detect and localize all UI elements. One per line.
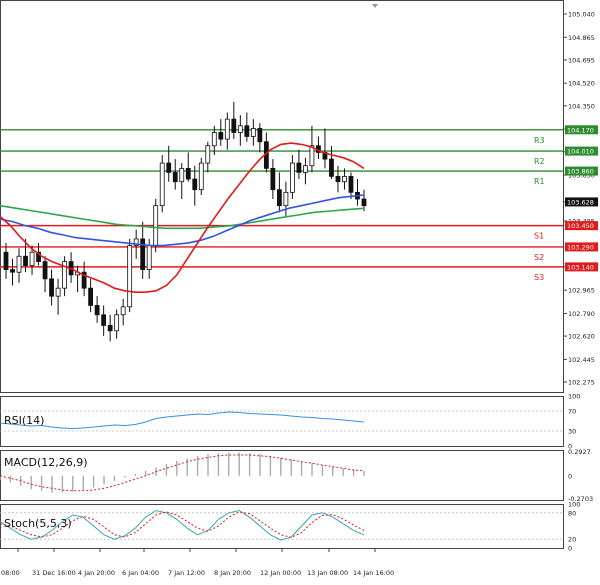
level-name-s2: S2 — [534, 253, 544, 262]
candle-bearish — [192, 178, 198, 191]
candle-bullish — [55, 287, 61, 297]
price-axis-label: 102.620 — [568, 333, 595, 341]
time-axis-label: 13 Jan 08:00 — [307, 569, 348, 577]
price-axis-label: 104.350 — [568, 102, 595, 110]
candle-bullish — [303, 165, 308, 173]
candle-bearish — [107, 325, 113, 332]
price-axis-label: 102.445 — [568, 356, 595, 364]
time-axis-label: 14 Jan 16:00 — [353, 569, 394, 577]
price-axis-label: 104.520 — [568, 80, 595, 88]
candle-bullish — [198, 162, 204, 191]
candle-bullish — [237, 125, 243, 133]
candle-bearish — [329, 158, 334, 177]
price-axis-label: 104.695 — [568, 56, 595, 64]
price-axis-label: 102.790 — [568, 310, 595, 318]
level-price-label: 104.170 — [567, 126, 594, 134]
candle-bearish — [101, 314, 107, 326]
price-axis-label: 102.275 — [568, 379, 595, 387]
rsi-title: RSI(14) — [4, 414, 44, 427]
level-name-r2: R2 — [534, 157, 545, 166]
stoch-axis-label: 80 — [568, 509, 576, 517]
macd-axis-label: 0 — [568, 472, 572, 480]
candle-bullish — [205, 145, 211, 164]
level-price-label: 103.450 — [567, 222, 594, 230]
candle-bullish — [283, 191, 289, 207]
candle-bearish — [361, 198, 367, 207]
candle-bullish — [342, 175, 347, 183]
level-price-label: 103.860 — [567, 168, 594, 176]
candle-bullish — [159, 162, 165, 207]
price-panel-frame — [0, 0, 564, 393]
candle-bullish — [146, 245, 152, 270]
level-price-label: 103.140 — [567, 263, 594, 271]
macd-axis-label: 0.2927 — [568, 448, 591, 456]
stoch-axis-label: 100 — [568, 501, 580, 509]
stoch-axis-label: 0 — [568, 545, 572, 553]
level-price-label: 103.290 — [567, 243, 594, 251]
price-axis-label: 105.040 — [568, 10, 595, 18]
time-axis-label: 12 Jan 00:00 — [260, 569, 301, 577]
indicator-panel-frame — [0, 504, 564, 549]
price-axis-label: 104.865 — [568, 34, 595, 42]
time-axis-label: 8 Jan 20:00 — [214, 569, 251, 577]
candle-bearish — [88, 287, 94, 306]
candle-bearish — [270, 167, 276, 191]
candle-bullish — [29, 251, 35, 266]
candle-bearish — [348, 175, 354, 193]
candle-bearish — [49, 278, 54, 297]
candle-bullish — [309, 145, 315, 167]
candle-bearish — [276, 189, 282, 207]
time-axis-label: 7 Jan 12:00 — [168, 569, 205, 577]
candle-bearish — [185, 167, 191, 180]
candle-bearish — [244, 125, 250, 137]
chart-svg: 105.040 104.865 104.695 104.520 104.350 104.1… — [0, 0, 598, 577]
candle-bearish — [218, 132, 224, 140]
candle-bearish — [257, 128, 263, 143]
time-axis-label: 4 Jan 20:00 — [78, 569, 115, 577]
candle-bullish — [250, 128, 256, 137]
level-name-r3: R3 — [534, 136, 545, 145]
candle-bullish — [179, 167, 185, 183]
stoch-axis-label: 20 — [568, 536, 576, 544]
time-axis-label: 08:00 — [1, 569, 20, 577]
candle-bullish — [224, 118, 230, 140]
level-price-label: 104.010 — [567, 148, 594, 156]
candle-bearish — [42, 261, 48, 280]
candle-bearish — [172, 171, 178, 183]
candle-bearish — [335, 175, 341, 183]
candle-bearish — [296, 162, 302, 173]
candle-bullish — [127, 245, 133, 308]
level-name-s3: S3 — [534, 273, 544, 282]
candle-bearish — [10, 269, 15, 273]
level-name-r1: R1 — [534, 177, 545, 186]
time-axis-label: 31 Dec 16:00 — [32, 569, 76, 577]
last-price-label: 103.628 — [567, 198, 594, 206]
candle-bullish — [211, 132, 217, 147]
candle-bearish — [94, 305, 100, 316]
candle-bearish — [166, 162, 172, 173]
stoch-title: Stoch(5,5,3) — [4, 517, 72, 530]
candle-bullish — [153, 205, 159, 246]
candle-bearish — [140, 238, 146, 270]
candle-bullish — [16, 255, 22, 273]
candle-bullish — [289, 162, 295, 193]
candle-bearish — [231, 118, 237, 133]
price-axis-label: 102.965 — [568, 287, 595, 295]
time-axis-label: 6 Jan 04:00 — [122, 569, 159, 577]
candle-bearish — [23, 255, 28, 266]
level-name-s1: S1 — [534, 232, 544, 241]
trading-chart: 105.040 104.865 104.695 104.520 104.350 104.1… — [0, 0, 600, 581]
rsi-axis-label: 70 — [568, 408, 576, 416]
candle-bearish — [3, 251, 9, 270]
rsi-axis-label: 100 — [568, 393, 580, 401]
macd-title: MACD(12,26,9) — [4, 456, 88, 469]
candle-bullish — [114, 314, 120, 332]
indicator-panel-frame — [0, 396, 564, 447]
candle-bullish — [120, 306, 126, 316]
rsi-axis-label: 30 — [568, 428, 576, 436]
